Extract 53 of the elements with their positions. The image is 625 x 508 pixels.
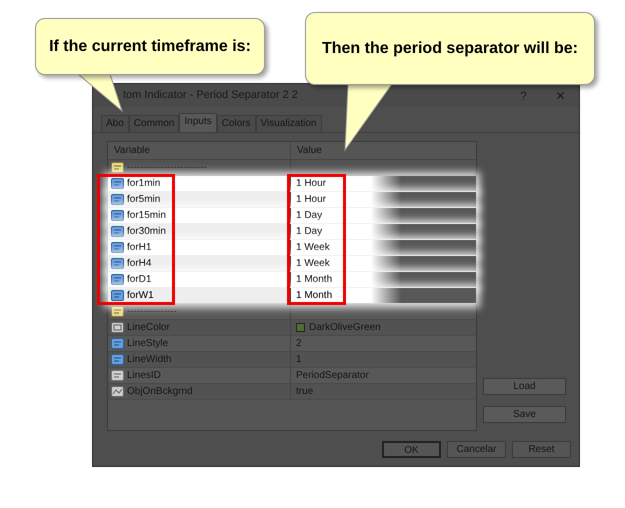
parameter-value[interactable]: 1 Week	[296, 256, 330, 271]
parameter-name: forH1	[127, 241, 152, 255]
side-button[interactable]: Save	[483, 406, 566, 423]
parameter-name: ---------------	[127, 305, 177, 319]
parameter-value[interactable]: 1 Day	[296, 208, 322, 223]
parameter-name: for15min	[127, 209, 166, 223]
number-icon	[111, 274, 124, 285]
number-icon	[111, 290, 124, 301]
number-icon	[111, 338, 124, 349]
parameter-value[interactable]: 1 Month	[296, 272, 332, 287]
parameter-name: for5min	[127, 193, 160, 207]
dialog-button[interactable]: Reset	[512, 441, 571, 458]
text-icon	[111, 306, 124, 317]
parameter-value[interactable]: 1 Hour	[296, 176, 326, 191]
number-icon	[111, 354, 124, 365]
column-header: Value	[296, 144, 323, 158]
number-icon	[111, 194, 124, 205]
number-icon	[111, 178, 124, 189]
parameter-name: forH4	[127, 257, 152, 271]
side-button[interactable]: Load	[483, 378, 566, 395]
parameter-value[interactable]: true	[296, 384, 314, 399]
parameter-name: LinesID	[127, 369, 161, 383]
callout-text: Then the period separator will be:	[322, 38, 578, 58]
parameter-name: LineStyle	[127, 337, 168, 351]
text-icon	[111, 370, 124, 381]
parameter-name: forD1	[127, 273, 152, 287]
number-icon	[111, 242, 124, 253]
dialog-button[interactable]: OK	[382, 441, 441, 458]
parameter-name: ObjOnBckgrnd	[127, 385, 193, 399]
callout-text: If the current timeframe is:	[49, 36, 251, 56]
parameter-value[interactable]: 1 Hour	[296, 192, 326, 207]
parameter-value[interactable]: 1 Month	[296, 288, 332, 303]
close-button[interactable]: ✕	[542, 86, 579, 104]
column-header: Variable	[108, 142, 291, 159]
parameter-value[interactable]: 1	[296, 352, 302, 367]
parameter-value[interactable]: 2	[296, 336, 302, 351]
text-icon	[111, 162, 124, 173]
parameter-value[interactable]: 1 Week	[296, 240, 330, 255]
number-icon	[111, 226, 124, 237]
parameter-name: for30min	[127, 225, 166, 239]
parameter-name: ------------------------	[127, 161, 207, 175]
parameter-name: LineWidth	[127, 353, 172, 367]
help-button[interactable]: ?	[505, 86, 542, 104]
number-icon	[111, 258, 124, 269]
tab[interactable]: Inputs	[179, 113, 217, 132]
parameter-value[interactable]: DarkOliveGreen	[309, 320, 381, 335]
parameter-value[interactable]: PeriodSeparator	[296, 368, 369, 383]
parameter-name: LineColor	[127, 321, 170, 335]
parameter-name: forW1	[127, 289, 154, 303]
parameter-name: for1min	[127, 177, 160, 191]
parameter-value[interactable]: 1 Day	[296, 224, 322, 239]
dialog-button[interactable]: Cancelar	[447, 441, 506, 458]
number-icon	[111, 210, 124, 221]
